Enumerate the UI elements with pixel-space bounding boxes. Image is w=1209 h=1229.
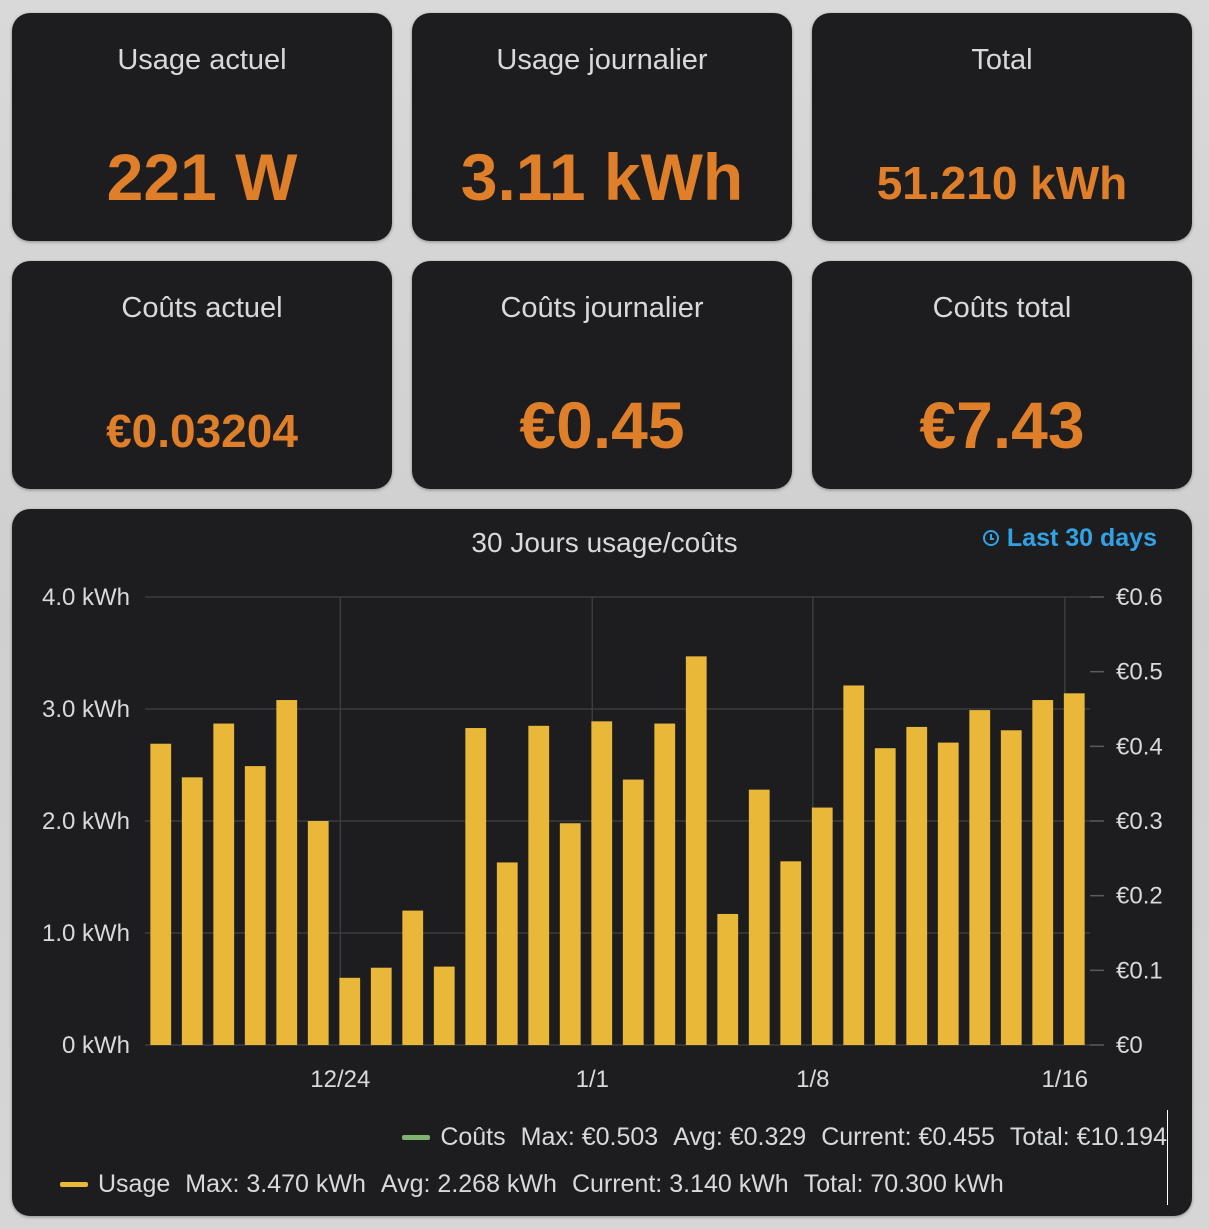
usage-bar — [496, 862, 518, 1045]
usage-bar — [244, 766, 266, 1045]
y-left-tick-label: 3.0 kWh — [42, 696, 130, 723]
usage-bar — [906, 726, 928, 1045]
legend-current: Current: €0.455 — [821, 1123, 995, 1151]
legend-name: Usage — [98, 1170, 171, 1198]
legend-divider — [1167, 1110, 1168, 1205]
usage-bar — [717, 913, 739, 1045]
usage-bar — [1032, 700, 1054, 1045]
usage-bar — [748, 789, 770, 1045]
legend-usage[interactable]: Usage Max: 3.470 kWh Avg: 2.268 kWh Curr… — [60, 1169, 1004, 1199]
x-tick-label: 1/8 — [796, 1066, 829, 1093]
legend-swatch-costs — [402, 1134, 431, 1140]
usage-bar — [528, 725, 550, 1045]
usage-bar — [685, 656, 707, 1045]
y-left-tick-label: 1.0 kWh — [42, 920, 130, 947]
usage-bar-chart: 0 kWh 1.0 kWh 2.0 kWh 3.0 kWh 4.0 kWh €0 €0.1 €… — [42, 584, 1163, 1093]
x-tick-label: 1/1 — [576, 1066, 609, 1093]
usage-bar — [339, 977, 361, 1045]
legend-avg: Avg: €0.329 — [673, 1123, 807, 1151]
usage-bar — [150, 743, 172, 1045]
usage-bar — [874, 748, 896, 1045]
usage-bar — [402, 910, 424, 1045]
y-right-tick-label: €0.4 — [1116, 733, 1163, 760]
legend-total: Total: 70.300 kWh — [803, 1170, 1004, 1198]
usage-bar — [969, 710, 991, 1045]
usage-bar — [780, 861, 802, 1045]
legend-current: Current: 3.140 kWh — [571, 1170, 789, 1198]
usage-bar — [843, 685, 865, 1045]
usage-bar — [622, 779, 644, 1045]
usage-bar — [559, 823, 581, 1045]
x-tick-label: 1/16 — [1041, 1066, 1088, 1093]
legend-avg: Avg: 2.268 kWh — [380, 1170, 557, 1198]
usage-bar — [276, 700, 298, 1045]
usage-bar — [1000, 730, 1022, 1045]
legend-total: Total: €10.194 — [1009, 1123, 1167, 1151]
usage-bar — [213, 723, 235, 1045]
y-right-tick-label: €0 — [1116, 1032, 1143, 1059]
legend-costs[interactable]: Coûts Max: €0.503 Avg: €0.329 Current: €… — [402, 1122, 1167, 1152]
usage-bar — [591, 721, 613, 1045]
y-right-tick-label: €0.6 — [1116, 584, 1163, 611]
y-right-tick-label: €0.2 — [1116, 883, 1163, 910]
legend-name: Coûts — [440, 1123, 506, 1151]
legend-max: Max: 3.470 kWh — [185, 1170, 366, 1198]
usage-bar — [307, 821, 329, 1045]
y-right-tick-label: €0.3 — [1116, 808, 1163, 835]
usage-bar — [937, 742, 959, 1045]
usage-bar — [811, 807, 833, 1045]
y-right-tick-label: €0.5 — [1116, 659, 1163, 686]
usage-bar — [181, 777, 203, 1045]
usage-bar — [433, 966, 455, 1045]
legend-max: Max: €0.503 — [520, 1123, 659, 1151]
y-left-tick-label: 0 kWh — [62, 1032, 130, 1059]
usage-bar — [465, 728, 487, 1045]
y-left-tick-label: 2.0 kWh — [42, 808, 130, 835]
legend-swatch-usage — [60, 1181, 88, 1187]
y-left-tick-label: 4.0 kWh — [42, 584, 130, 611]
usage-bar — [370, 967, 392, 1045]
x-tick-label: 12/24 — [310, 1066, 370, 1093]
y-right-tick-label: €0.1 — [1116, 957, 1163, 984]
usage-bar — [654, 723, 676, 1045]
usage-bar — [1063, 693, 1085, 1045]
